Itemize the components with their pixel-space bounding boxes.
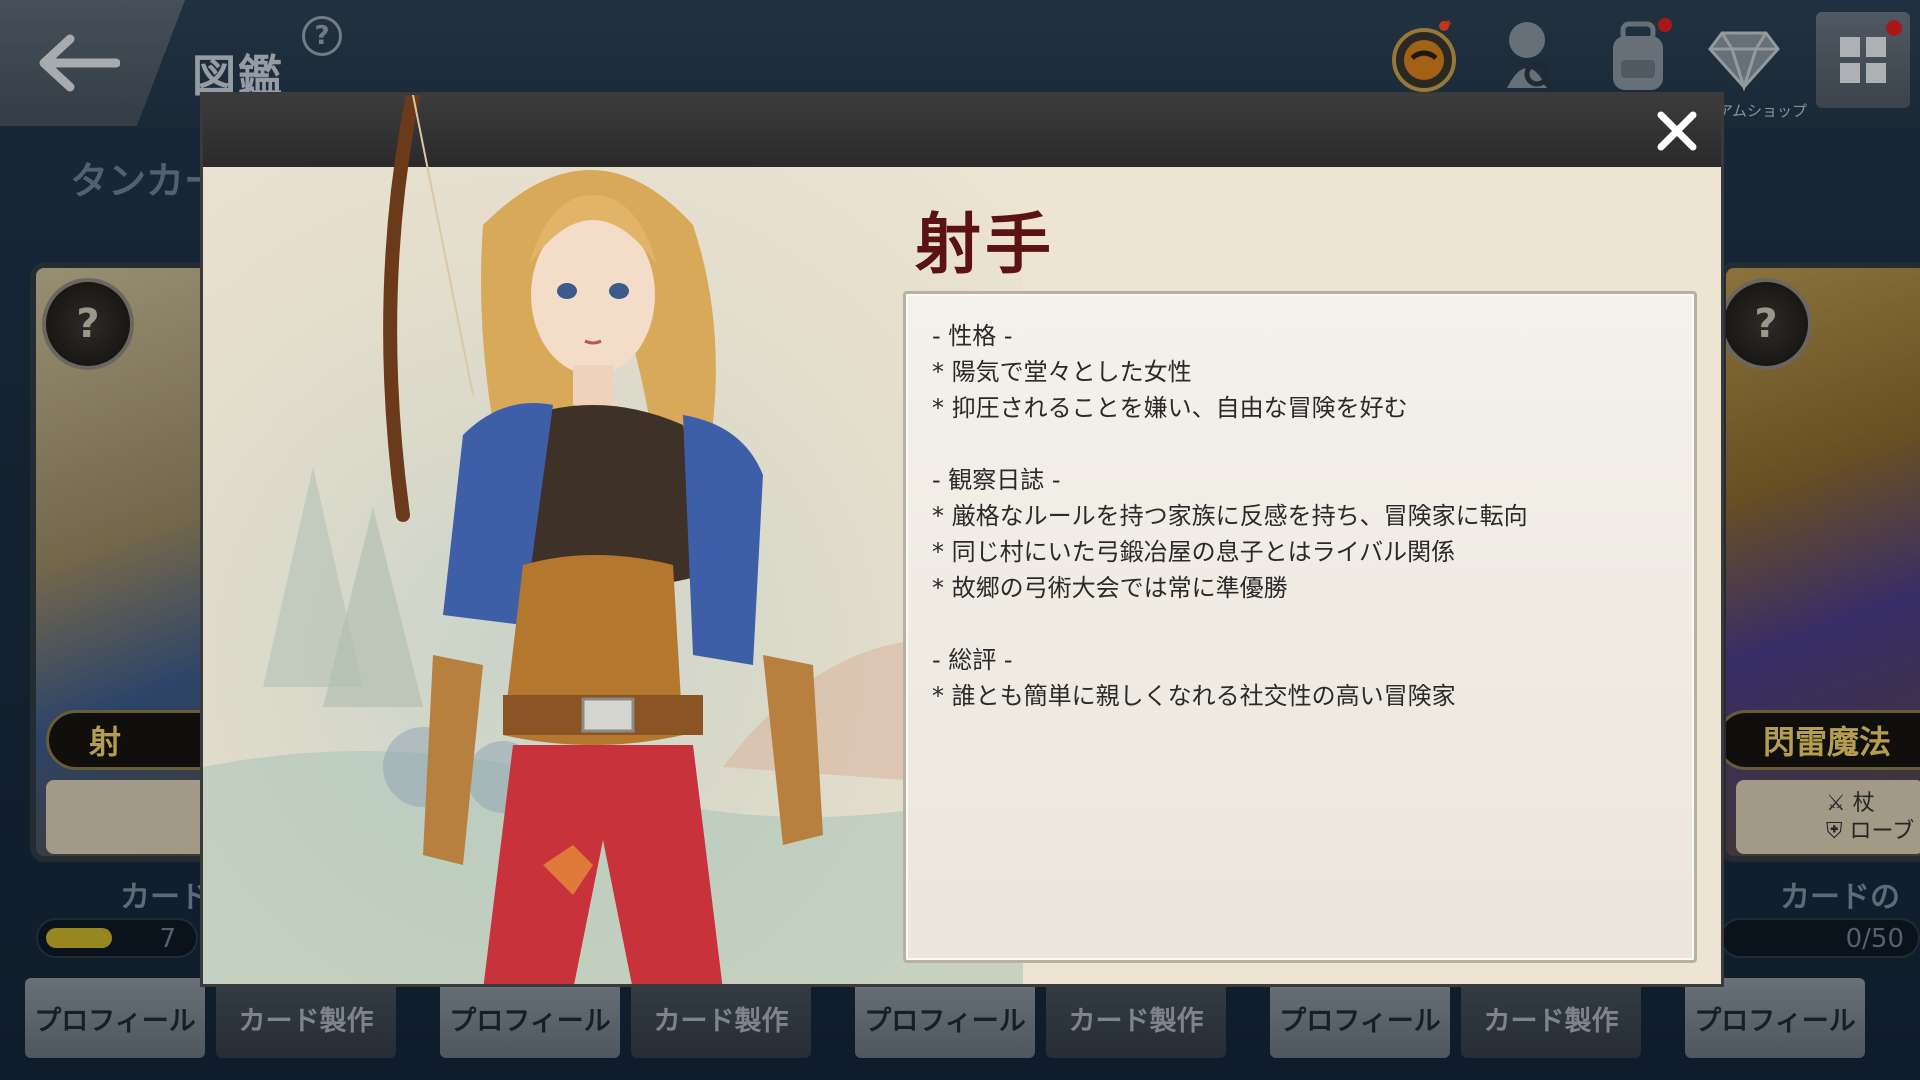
close-button[interactable]	[1649, 103, 1705, 159]
archer-character-illustration	[383, 95, 823, 984]
description-line: * 抑圧されることを嫌い、自由な冒険を好む	[932, 394, 1408, 422]
character-title: 射手	[915, 205, 1055, 283]
section-heading: - 性格 -	[932, 322, 1013, 350]
description-line: * 故郷の弓術大会では常に準優勝	[932, 574, 1288, 602]
description-line: * 陽気で堂々とした女性	[932, 358, 1192, 386]
close-icon	[1657, 111, 1697, 151]
character-description-box: - 性格 - * 陽気で堂々とした女性 * 抑圧されることを嫌い、自由な冒険を好む -…	[903, 291, 1697, 963]
description-line: * 同じ村にいた弓鍛冶屋の息子とはライバル関係	[932, 538, 1456, 566]
character-profile-modal: 射手 - 性格 - * 陽気で堂々とした女性 * 抑圧されることを嫌い、自由な冒険を…	[200, 92, 1724, 987]
description-section: - 観察日誌 - * 厳格なルールを持つ家族に反感を持ち、冒険家に転向 * 同じ村に…	[932, 462, 1668, 606]
section-heading: - 総評 -	[932, 646, 1013, 674]
section-heading: - 観察日誌 -	[932, 466, 1061, 494]
description-line: * 誰とも簡単に親しくなれる社交性の高い冒険家	[932, 682, 1456, 710]
description-section: - 性格 - * 陽気で堂々とした女性 * 抑圧されることを嫌い、自由な冒険を好む	[932, 318, 1668, 426]
description-line: * 厳格なルールを持つ家族に反感を持ち、冒険家に転向	[932, 502, 1528, 530]
description-section: - 総評 - * 誰とも簡単に親しくなれる社交性の高い冒険家	[932, 642, 1668, 714]
